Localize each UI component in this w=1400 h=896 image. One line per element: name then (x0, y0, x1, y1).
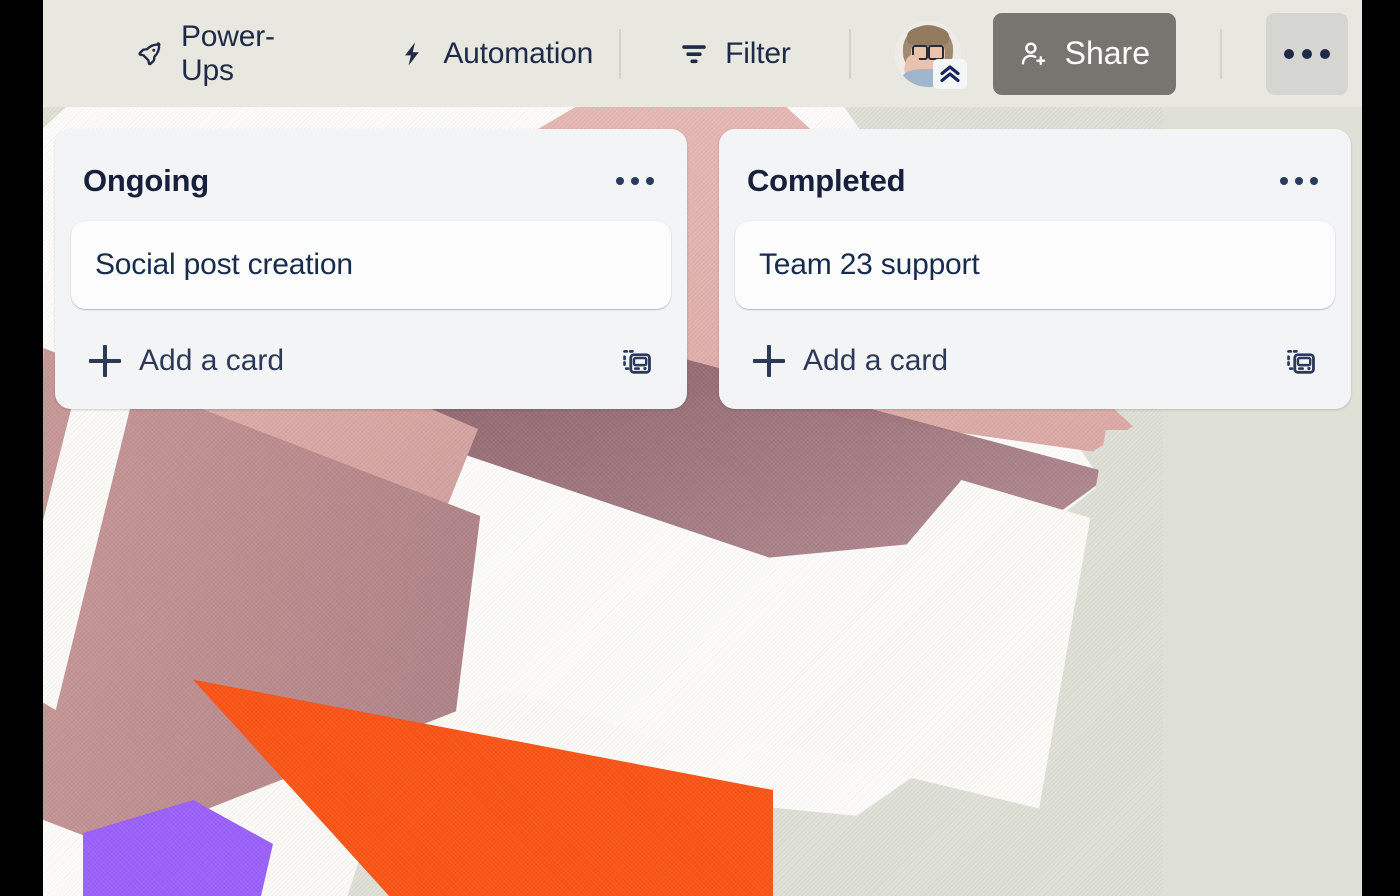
topbar-divider-2 (848, 28, 851, 79)
board-top-bar: Power-Ups Automation Filter Share (43, 0, 1362, 107)
add-card-button[interactable]: Add a card (745, 338, 956, 384)
automation-button[interactable]: Automation (383, 23, 607, 85)
list-title[interactable]: Ongoing (83, 163, 209, 199)
board-menu-button[interactable] (1266, 12, 1348, 95)
ellipsis-dot (631, 177, 639, 185)
list-menu-button[interactable] (1275, 161, 1323, 201)
list-footer: Add a card (733, 321, 1337, 395)
plus-icon (89, 345, 121, 377)
lightning-bolt-icon (397, 39, 427, 69)
list-title[interactable]: Completed (747, 163, 906, 199)
list-menu-button[interactable] (611, 161, 659, 201)
add-card-button[interactable]: Add a card (81, 338, 292, 384)
plus-icon (753, 345, 785, 377)
ellipsis-dot (1295, 177, 1303, 185)
filter-label: Filter (725, 36, 791, 70)
ellipsis-icon (616, 177, 624, 185)
list-completed: Completed Team 23 support Add a card (719, 129, 1351, 409)
share-label: Share (1064, 35, 1150, 71)
list-header: Completed (733, 139, 1337, 221)
card[interactable]: Team 23 support (735, 221, 1335, 309)
browser-viewport: Power-Ups Automation Filter Share Ongoin… (43, 0, 1362, 896)
list-ongoing: Ongoing Social post creation Add a card (55, 129, 687, 409)
ellipsis-icon (1284, 48, 1294, 59)
topbar-divider-1 (619, 28, 622, 79)
rocket-icon (135, 39, 165, 69)
topbar-divider-3 (1220, 28, 1222, 79)
automation-label: Automation (443, 36, 594, 70)
avatar[interactable] (894, 20, 967, 89)
avatar-glasses (911, 44, 944, 60)
card[interactable]: Social post creation (71, 221, 671, 309)
list-header: Ongoing (69, 139, 673, 221)
avatar-fringe (906, 25, 949, 46)
card-template-icon (623, 350, 651, 374)
add-card-label: Add a card (139, 344, 285, 377)
screen-frame: Power-Ups Automation Filter Share Ongoin… (0, 0, 1400, 896)
power-ups-button[interactable]: Power-Ups (121, 19, 337, 87)
list-footer: Add a card (69, 321, 673, 395)
ellipsis-icon (1280, 177, 1288, 185)
ellipsis-dot (1302, 48, 1312, 59)
ellipsis-dot (1320, 48, 1330, 59)
double-chevron-up-icon (932, 58, 967, 89)
card-title: Team 23 support (759, 248, 980, 281)
card-template-icon (1287, 350, 1315, 374)
card-template-button[interactable] (1277, 337, 1325, 385)
filter-button[interactable]: Filter (665, 23, 804, 85)
ellipsis-dot (646, 177, 654, 185)
person-add-icon (1019, 39, 1049, 69)
add-card-label: Add a card (803, 344, 949, 377)
share-button[interactable]: Share (992, 12, 1176, 95)
card-template-button[interactable] (613, 337, 661, 385)
card-title: Social post creation (95, 248, 353, 281)
board-lists-container: Ongoing Social post creation Add a card (43, 107, 1362, 896)
ellipsis-dot (1310, 177, 1318, 185)
power-ups-label: Power-Ups (181, 19, 275, 87)
filter-funnel-icon (679, 39, 709, 69)
